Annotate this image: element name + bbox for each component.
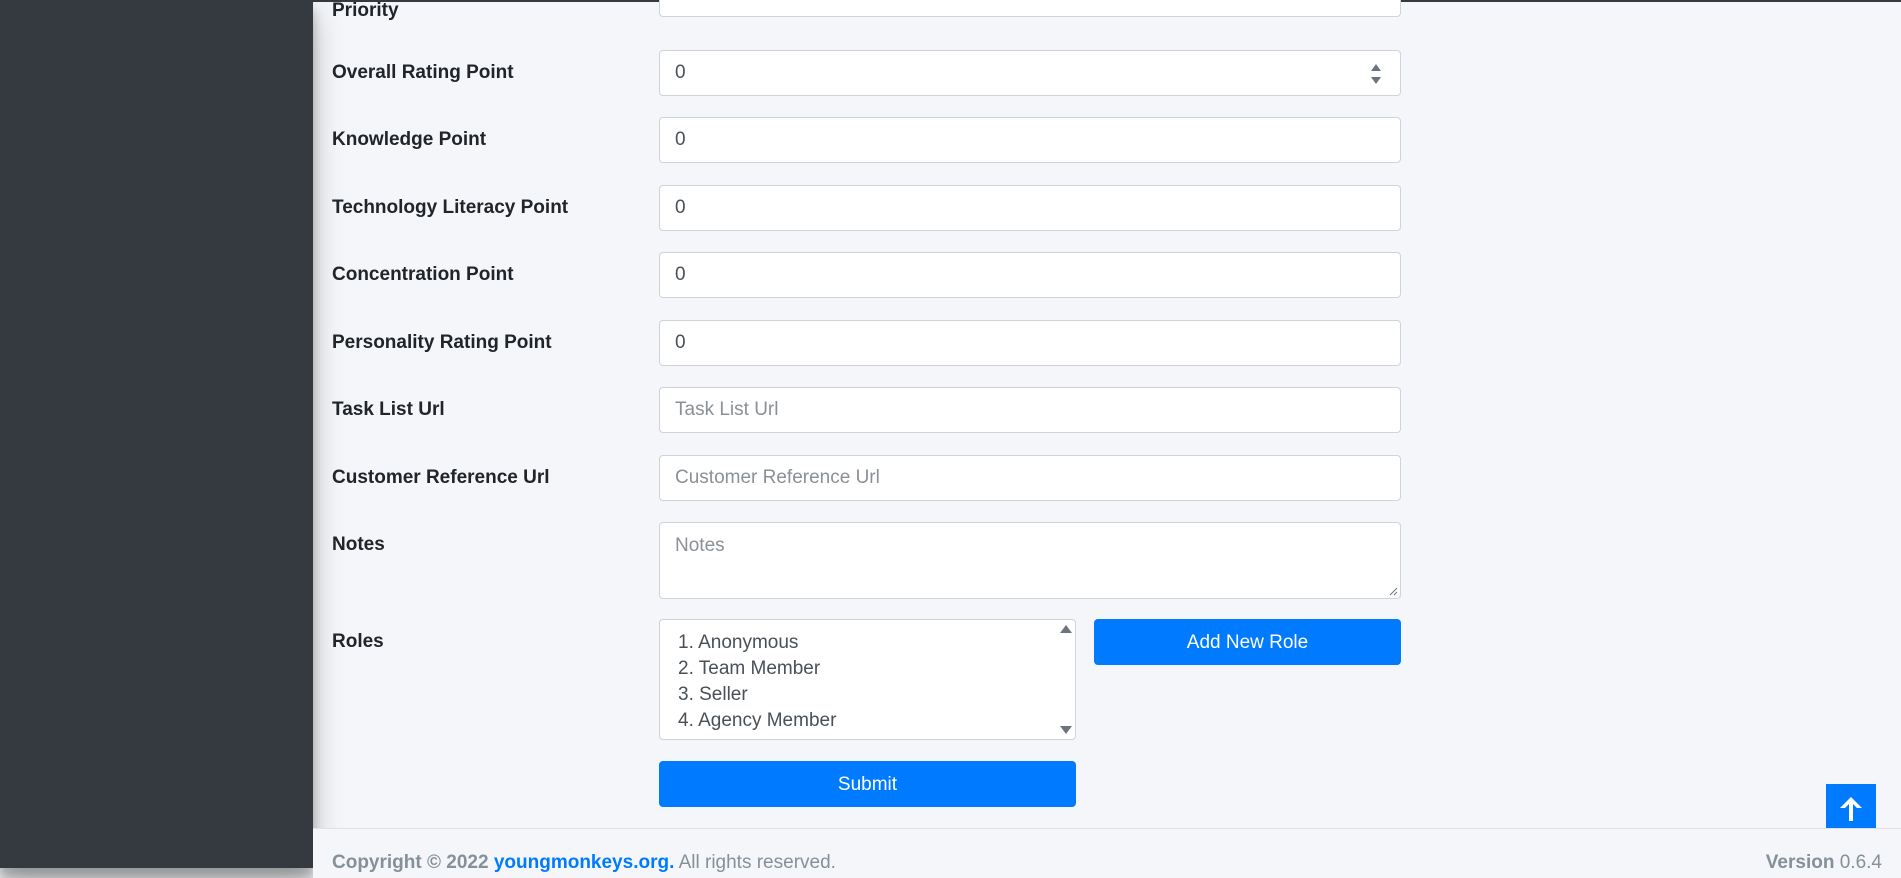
version-label: Version: [1765, 852, 1835, 873]
submit-button[interactable]: Submit: [659, 761, 1076, 807]
personality-input[interactable]: 0: [659, 320, 1401, 366]
knowledge-input[interactable]: 0: [659, 117, 1401, 163]
roles-label: Roles: [332, 631, 384, 652]
role-option[interactable]: 4. Agency Member: [678, 708, 1075, 734]
knowledge-label: Knowledge Point: [332, 129, 487, 150]
notes-textarea[interactable]: Notes: [659, 522, 1401, 599]
arrow-up-icon: [1840, 797, 1862, 821]
footer: Copyright © 2022 youngmonkeys.org. All r…: [313, 828, 1901, 878]
resize-handle-icon[interactable]: [1388, 586, 1398, 596]
task-list-url-label: Task List Url: [332, 399, 445, 420]
sidebar: [0, 0, 313, 868]
number-spinner-icon[interactable]: [1370, 62, 1382, 86]
overall-rating-label: Overall Rating Point: [332, 62, 514, 83]
personality-label: Personality Rating Point: [332, 332, 552, 353]
overall-rating-value: 0: [675, 62, 686, 83]
role-option[interactable]: 2. Team Member: [678, 656, 1075, 682]
version-number: 0.6.4: [1839, 852, 1882, 873]
footer-copyright: Copyright © 2022 youngmonkeys.org. All r…: [332, 852, 836, 874]
add-new-role-button[interactable]: Add New Role: [1094, 619, 1401, 665]
concentration-input[interactable]: 0: [659, 252, 1401, 298]
role-option[interactable]: 1. Anonymous: [678, 630, 1075, 656]
notes-placeholder: Notes: [675, 535, 725, 556]
overall-rating-input[interactable]: 0: [659, 50, 1401, 96]
task-list-url-input[interactable]: Task List Url: [659, 387, 1401, 433]
scroll-to-top-button[interactable]: [1826, 784, 1876, 834]
footer-version: Version 0.6.4: [1766, 852, 1882, 874]
customer-reference-url-label: Customer Reference Url: [332, 467, 550, 488]
tech-literacy-label: Technology Literacy Point: [332, 197, 569, 218]
role-option[interactable]: 3. Seller: [678, 682, 1075, 708]
notes-label: Notes: [332, 534, 385, 555]
priority-input[interactable]: 0: [659, 0, 1401, 17]
copyright-text: Copyright © 2022: [332, 852, 489, 873]
rights-text: All rights reserved.: [678, 852, 836, 873]
roles-select[interactable]: 1. Anonymous 2. Team Member 3. Seller 4.…: [659, 619, 1076, 740]
customer-reference-url-input[interactable]: Customer Reference Url: [659, 455, 1401, 501]
tech-literacy-input[interactable]: 0: [659, 185, 1401, 231]
priority-label: Priority: [332, 0, 399, 21]
concentration-label: Concentration Point: [332, 264, 514, 285]
listbox-scrollbar[interactable]: [1057, 620, 1075, 739]
site-link[interactable]: youngmonkeys.org.: [494, 852, 675, 873]
